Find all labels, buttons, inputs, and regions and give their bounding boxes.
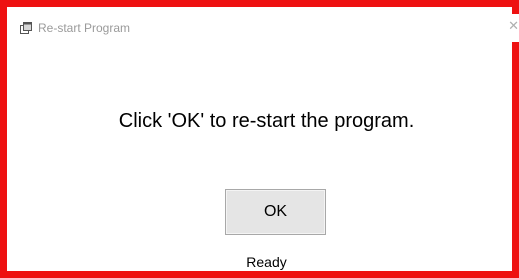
status-text: Ready: [246, 254, 287, 270]
app-icon: [20, 21, 32, 34]
close-icon[interactable]: ✕: [505, 19, 519, 35]
dialog-message: Click 'OK' to re-start the program.: [118, 110, 415, 132]
ok-button[interactable]: OK: [225, 189, 326, 235]
dialog-window: Re-start Program ✕ Click 'OK' to re-star…: [0, 0, 519, 278]
window-title: Re-start Program: [38, 21, 131, 35]
title-bar[interactable]: Re-start Program ✕: [14, 14, 519, 42]
